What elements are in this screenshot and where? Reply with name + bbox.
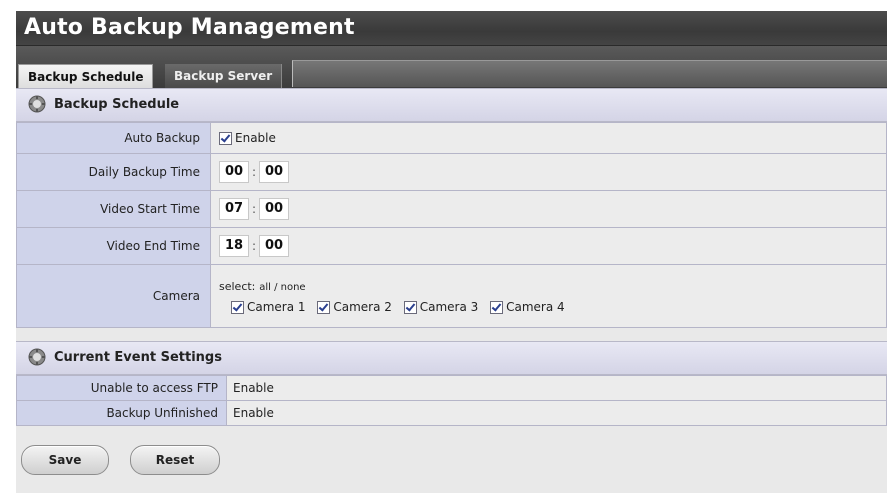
row-camera: Camera select: all / none Camera 1 Camer… [16, 264, 887, 328]
camera-label: Camera [16, 264, 211, 328]
end-hour-input[interactable]: 18 [219, 235, 249, 257]
time-separator: : [251, 165, 257, 179]
camera-4-label: Camera 4 [506, 299, 565, 314]
gear-icon [28, 347, 46, 366]
start-hour-input[interactable]: 07 [219, 198, 249, 220]
tab-bar: Backup Schedule Backup Server [16, 45, 887, 90]
camera-3-label: Camera 3 [419, 299, 479, 314]
camera-2-label: Camera 2 [333, 299, 392, 314]
daily-backup-time-cell: 00:00 [210, 153, 887, 191]
page-title: Auto Backup Management [16, 11, 887, 45]
daily-hour-input[interactable]: 00 [219, 161, 249, 183]
backup-unfinished-value: Enable [226, 400, 887, 426]
reset-button[interactable]: Reset [130, 445, 220, 475]
auto-backup-cell: Enable [210, 122, 887, 154]
row-backup-unfinished: Backup Unfinished Enable [16, 400, 887, 426]
daily-minute-input[interactable]: 00 [259, 161, 289, 183]
auto-backup-enable-label: Enable [235, 131, 276, 145]
auto-backup-checkbox[interactable] [219, 132, 232, 145]
select-all-none-link[interactable]: all / none [259, 282, 305, 293]
section-title: Backup Schedule [54, 97, 180, 112]
daily-backup-time-label: Daily Backup Time [16, 153, 211, 191]
tab-divider [292, 60, 887, 87]
button-row: Save Reset [16, 445, 887, 477]
camera-3-checkbox[interactable] [403, 300, 417, 314]
end-minute-input[interactable]: 00 [259, 235, 289, 257]
time-separator: : [251, 239, 257, 253]
section-title: Current Event Settings [54, 350, 222, 365]
tab-backup-schedule[interactable]: Backup Schedule [18, 64, 154, 90]
auto-backup-label: Auto Backup [16, 122, 211, 154]
unable-ftp-label: Unable to access FTP [16, 375, 227, 401]
section-header-event-settings: Current Event Settings [16, 341, 887, 375]
unable-ftp-value: Enable [226, 375, 887, 401]
row-video-start-time: Video Start Time 07:00 [16, 190, 887, 228]
time-separator: : [251, 202, 257, 216]
backup-schedule-table: Auto Backup Enable Daily Backup Time 00:… [16, 122, 887, 328]
video-start-time-label: Video Start Time [16, 190, 211, 228]
gear-icon [28, 94, 46, 113]
video-end-time-label: Video End Time [16, 227, 211, 265]
row-daily-backup-time: Daily Backup Time 00:00 [16, 153, 887, 191]
video-end-time-cell: 18:00 [210, 227, 887, 265]
video-start-time-cell: 07:00 [210, 190, 887, 228]
row-auto-backup: Auto Backup Enable [16, 122, 887, 154]
start-minute-input[interactable]: 00 [259, 198, 289, 220]
row-video-end-time: Video End Time 18:00 [16, 227, 887, 265]
backup-unfinished-label: Backup Unfinished [16, 400, 227, 426]
select-prefix: select: [219, 279, 256, 293]
event-settings-table: Unable to access FTP Enable Backup Unfin… [16, 375, 887, 426]
camera-1-label: Camera 1 [247, 299, 306, 314]
camera-cell: select: all / none Camera 1 Camera 2 Cam… [210, 264, 887, 328]
auto-backup-panel: Auto Backup Management Backup Schedule B… [16, 11, 887, 493]
tab-backup-server[interactable]: Backup Server [165, 64, 283, 88]
camera-2-checkbox[interactable] [317, 300, 331, 314]
camera-1-checkbox[interactable] [231, 300, 244, 314]
section-header-backup-schedule: Backup Schedule [16, 88, 887, 122]
camera-4-checkbox[interactable] [490, 300, 504, 314]
save-button[interactable]: Save [21, 445, 109, 475]
row-unable-to-access-ftp: Unable to access FTP Enable [16, 375, 887, 401]
